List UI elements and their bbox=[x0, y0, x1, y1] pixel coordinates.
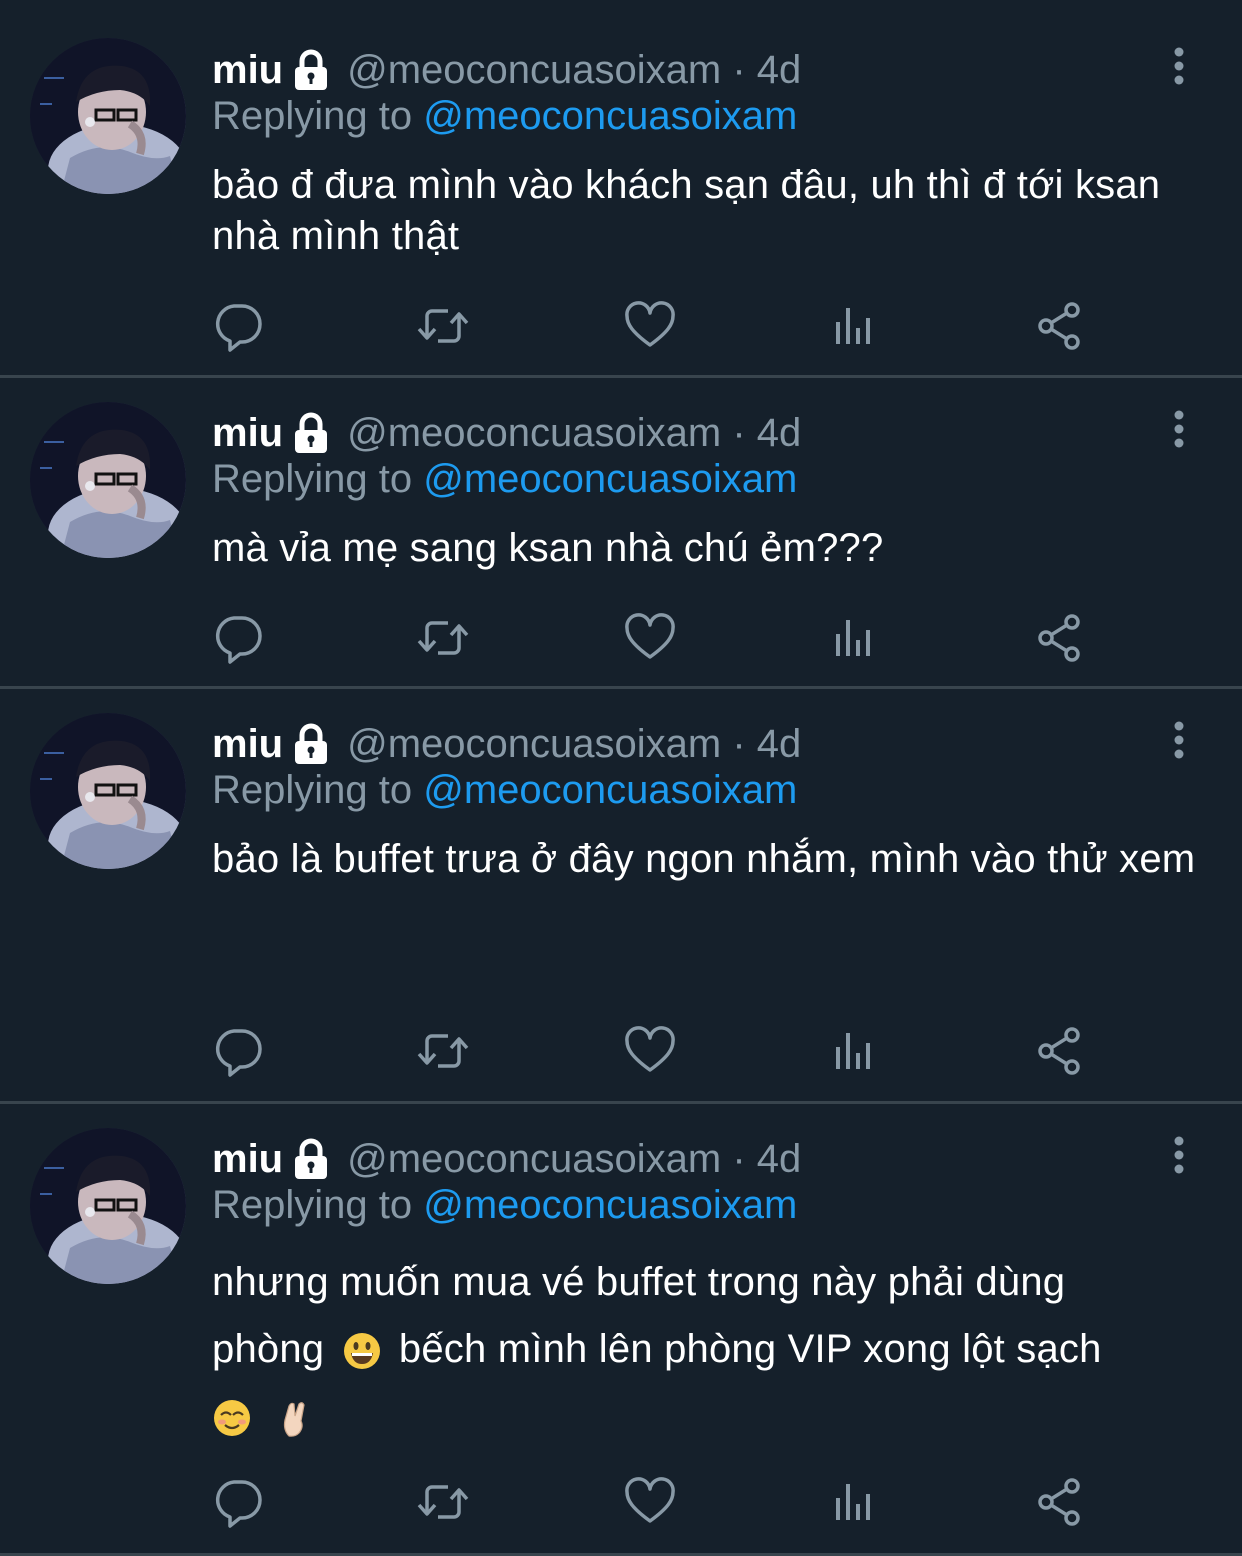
analytics-icon[interactable] bbox=[828, 298, 884, 354]
tweet-header: miu @meoconcuasoixam · 4d bbox=[212, 405, 801, 461]
replying-to-label: Replying to bbox=[212, 457, 413, 501]
replying-to-label: Replying to bbox=[212, 1183, 413, 1227]
avatar[interactable] bbox=[30, 713, 186, 869]
retweet-icon[interactable] bbox=[415, 1474, 471, 1530]
like-icon[interactable] bbox=[622, 298, 678, 354]
analytics-icon[interactable] bbox=[828, 1474, 884, 1530]
like-icon[interactable] bbox=[622, 1474, 678, 1530]
like-icon[interactable] bbox=[622, 610, 678, 666]
display-name[interactable]: miu bbox=[212, 48, 283, 93]
handle-time[interactable]: @meoconcuasoixam · 4d bbox=[347, 722, 801, 767]
tweet-actions bbox=[210, 1474, 1090, 1530]
tweet-actions bbox=[210, 298, 1090, 354]
lock-icon bbox=[291, 48, 331, 92]
tweet-4[interactable]: miu @meoconcuasoixam · 4d Replying to @m… bbox=[0, 1104, 1242, 1556]
replying-to: Replying to @meoconcuasoixam bbox=[212, 768, 797, 813]
tweet-text-line: nhưng muốn mua vé buffet trong này phải … bbox=[212, 1260, 1066, 1304]
reply-icon[interactable] bbox=[210, 1474, 266, 1530]
more-options-icon[interactable] bbox=[1164, 44, 1194, 88]
reply-icon[interactable] bbox=[210, 1023, 266, 1079]
tweet-1[interactable]: miu @meoconcuasoixam · 4d Replying to @m… bbox=[0, 0, 1242, 378]
more-options-icon[interactable] bbox=[1164, 407, 1194, 451]
replying-to: Replying to @meoconcuasoixam bbox=[212, 457, 797, 502]
tweet-actions bbox=[210, 610, 1090, 666]
tweet-text-segment: phòng bbox=[212, 1327, 325, 1371]
tweet-header: miu @meoconcuasoixam · 4d bbox=[212, 42, 801, 98]
retweet-icon[interactable] bbox=[415, 298, 471, 354]
tweet-header: miu @meoconcuasoixam · 4d bbox=[212, 1131, 801, 1187]
reply-mention-link[interactable]: @meoconcuasoixam bbox=[423, 457, 797, 501]
lock-icon bbox=[291, 722, 331, 766]
more-options-icon[interactable] bbox=[1164, 1133, 1194, 1177]
avatar[interactable] bbox=[30, 1128, 186, 1284]
display-name[interactable]: miu bbox=[212, 1137, 283, 1182]
display-name[interactable]: miu bbox=[212, 411, 283, 456]
share-icon[interactable] bbox=[1032, 1474, 1088, 1530]
lock-icon bbox=[291, 411, 331, 455]
handle-time[interactable]: @meoconcuasoixam · 4d bbox=[347, 48, 801, 93]
crossed-fingers-emoji bbox=[275, 1398, 315, 1438]
more-options-icon[interactable] bbox=[1164, 718, 1194, 762]
avatar[interactable] bbox=[30, 38, 186, 194]
tweet-text: mà vỉa mẹ sang ksan nhà chú ẻm??? bbox=[212, 526, 884, 570]
reply-mention-link[interactable]: @meoconcuasoixam bbox=[423, 1183, 797, 1227]
share-icon[interactable] bbox=[1032, 1023, 1088, 1079]
reply-icon[interactable] bbox=[210, 298, 266, 354]
analytics-icon[interactable] bbox=[828, 1023, 884, 1079]
tweet-text: bảo là buffet trưa ở đây ngon nhắm, mình… bbox=[212, 837, 1196, 881]
retweet-icon[interactable] bbox=[415, 1023, 471, 1079]
share-icon[interactable] bbox=[1032, 610, 1088, 666]
tweet-actions bbox=[210, 1023, 1090, 1079]
analytics-icon[interactable] bbox=[828, 610, 884, 666]
replying-to: Replying to @meoconcuasoixam bbox=[212, 1183, 797, 1228]
handle-time[interactable]: @meoconcuasoixam · 4d bbox=[347, 1137, 801, 1182]
display-name[interactable]: miu bbox=[212, 722, 283, 767]
replying-to-label: Replying to bbox=[212, 94, 413, 138]
tweet-text-line: phòng bếch mình lên phòng VIP xong lột s… bbox=[212, 1316, 1212, 1383]
reply-mention-link[interactable]: @meoconcuasoixam bbox=[423, 94, 797, 138]
tweet-text-segment: bếch mình lên phòng VIP xong lột sạch bbox=[398, 1327, 1102, 1371]
smiling-face-emoji bbox=[212, 1398, 252, 1438]
like-icon[interactable] bbox=[622, 1023, 678, 1079]
avatar[interactable] bbox=[30, 402, 186, 558]
share-icon[interactable] bbox=[1032, 298, 1088, 354]
reply-mention-link[interactable]: @meoconcuasoixam bbox=[423, 768, 797, 812]
reply-icon[interactable] bbox=[210, 610, 266, 666]
retweet-icon[interactable] bbox=[415, 610, 471, 666]
tweet-text: bảo đ đưa mình vào khách sạn đâu, uh thì… bbox=[212, 163, 1161, 258]
replying-to: Replying to @meoconcuasoixam bbox=[212, 94, 797, 139]
tweet-2[interactable]: miu @meoconcuasoixam · 4d Replying to @m… bbox=[0, 378, 1242, 689]
tweet-text: nhưng muốn mua vé buffet trong này phải … bbox=[212, 1249, 1212, 1450]
tweet-text-line bbox=[212, 1383, 1212, 1450]
handle-time[interactable]: @meoconcuasoixam · 4d bbox=[347, 411, 801, 456]
lock-icon bbox=[291, 1137, 331, 1181]
tweet-header: miu @meoconcuasoixam · 4d bbox=[212, 716, 801, 772]
grinning-face-emoji bbox=[342, 1331, 382, 1371]
tweet-3[interactable]: miu @meoconcuasoixam · 4d Replying to @m… bbox=[0, 689, 1242, 1104]
replying-to-label: Replying to bbox=[212, 768, 413, 812]
